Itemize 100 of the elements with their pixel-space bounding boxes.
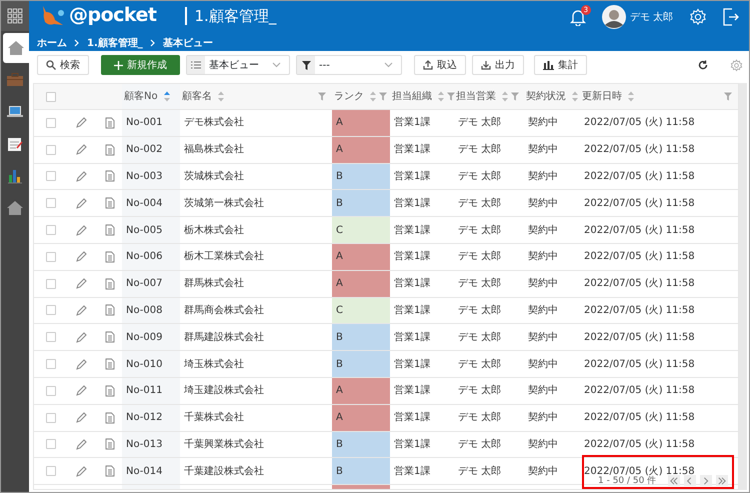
edit-button[interactable] xyxy=(76,198,86,209)
edit-button[interactable] xyxy=(76,332,86,343)
select-all-checkbox[interactable] xyxy=(46,92,56,102)
row-checkbox[interactable] xyxy=(46,252,56,262)
detail-button[interactable] xyxy=(105,278,115,290)
detail-button[interactable] xyxy=(105,384,115,397)
pencil-icon xyxy=(76,332,86,343)
document-icon xyxy=(105,465,115,478)
table-cell: No-011 xyxy=(126,385,162,396)
detail-button[interactable] xyxy=(105,170,115,182)
notification-button[interactable] xyxy=(570,8,586,26)
row-checkbox[interactable] xyxy=(46,278,56,289)
column-header[interactable]: ランク xyxy=(334,89,364,104)
edit-button[interactable] xyxy=(76,466,86,477)
scrollbar[interactable] xyxy=(739,83,747,490)
aggregate-button[interactable]: 集計 xyxy=(534,55,587,75)
table-cell: 営業1課 xyxy=(394,251,430,262)
edit-button[interactable] xyxy=(76,278,86,290)
filter-button[interactable] xyxy=(379,92,387,101)
edit-button[interactable] xyxy=(76,385,86,396)
filter-select[interactable]: --- xyxy=(296,55,402,75)
edit-button[interactable] xyxy=(76,438,86,450)
table-cell: デモ 太郎 xyxy=(458,278,502,290)
column-header[interactable]: 顧客名 xyxy=(182,89,212,104)
column-header[interactable]: 契約状況 xyxy=(526,89,566,104)
document-icon xyxy=(105,197,115,210)
edit-button[interactable] xyxy=(76,170,86,182)
detail-button[interactable] xyxy=(105,465,115,478)
datetime-text: 2022/07/05 (火) 11:58 xyxy=(584,278,695,290)
create-button[interactable]: 新規作成 xyxy=(101,55,180,75)
row-checkbox[interactable] xyxy=(46,171,56,182)
detail-button[interactable] xyxy=(105,250,115,263)
row-checkbox[interactable] xyxy=(46,332,56,342)
column-header[interactable]: 担当営業 xyxy=(456,89,496,104)
row-checkbox[interactable] xyxy=(46,225,56,236)
export-button[interactable]: 出力 xyxy=(472,55,524,75)
row-checkbox[interactable] xyxy=(46,359,56,370)
edit-button[interactable] xyxy=(76,251,86,262)
table-cell: 営業1課 xyxy=(394,278,430,290)
table-cell: 栃木工業株式会社 xyxy=(184,251,264,262)
detail-button[interactable] xyxy=(105,412,115,424)
detail-button[interactable] xyxy=(105,144,115,156)
edit-button[interactable] xyxy=(76,144,86,156)
row-checkbox[interactable] xyxy=(46,439,56,450)
table-cell: 契約中 xyxy=(528,117,558,128)
filter-button[interactable] xyxy=(724,92,732,101)
logout-button[interactable] xyxy=(723,8,739,26)
edit-button[interactable] xyxy=(76,117,86,128)
table-cell: 千葉興業株式会社 xyxy=(184,438,264,450)
detail-button[interactable] xyxy=(105,331,115,344)
rank-cell: A xyxy=(332,136,390,163)
row-checkbox[interactable] xyxy=(46,118,56,128)
last-page-button[interactable] xyxy=(716,475,728,486)
table-cell: 埼玉株式会社 xyxy=(184,358,244,370)
refresh-button[interactable] xyxy=(698,60,708,70)
detail-button[interactable] xyxy=(105,304,115,316)
detail-button[interactable] xyxy=(105,438,115,450)
filter-button[interactable] xyxy=(447,92,455,101)
detail-button[interactable] xyxy=(105,358,115,370)
prev-page-button[interactable] xyxy=(684,475,696,486)
home-icon[interactable] xyxy=(3,33,29,63)
edit-button[interactable] xyxy=(76,224,86,236)
column-header[interactable]: 顧客No xyxy=(124,89,158,104)
first-page-button[interactable] xyxy=(668,475,680,486)
row-checkbox[interactable] xyxy=(46,386,56,396)
apps-icon[interactable] xyxy=(1,1,29,31)
detail-button[interactable] xyxy=(105,116,115,129)
datetime-text: 2022/07/05 (火) 11:58 xyxy=(584,412,695,424)
detail-button[interactable] xyxy=(105,197,115,210)
edit-button[interactable] xyxy=(76,412,86,424)
table-cell: 契約中 xyxy=(528,304,558,316)
import-button[interactable]: 取込 xyxy=(414,55,466,75)
next-page-button[interactable] xyxy=(700,475,712,486)
page-summary: 1 - 50 / 50 件 xyxy=(598,476,656,486)
filter-button[interactable] xyxy=(511,92,519,101)
edit-button[interactable] xyxy=(76,304,86,316)
search-button[interactable]: 検索 xyxy=(37,55,89,75)
row-checkbox[interactable] xyxy=(46,305,56,316)
column-header[interactable]: 更新日時 xyxy=(582,89,622,104)
detail-button[interactable] xyxy=(105,224,115,236)
row-checkbox[interactable] xyxy=(46,466,56,476)
pencil-icon xyxy=(76,358,86,370)
table-cell: 営業1課 xyxy=(394,358,430,370)
breadcrumb-link[interactable]: ホーム xyxy=(37,36,67,50)
edit-button[interactable] xyxy=(76,358,86,370)
row-checkbox[interactable] xyxy=(46,412,56,423)
datetime-text: 2022/07/05 (火) 11:58 xyxy=(584,224,695,236)
pencil-icon xyxy=(76,251,86,262)
column-header[interactable]: 担当組織 xyxy=(392,89,432,104)
row-checkbox[interactable] xyxy=(46,144,56,155)
table-cell: デモ 太郎 xyxy=(458,170,502,182)
table-cell: 契約中 xyxy=(528,358,558,370)
settings-button[interactable] xyxy=(730,58,743,72)
double-chevron-icon xyxy=(670,476,678,484)
row-checkbox[interactable] xyxy=(46,198,56,208)
table-cell: デモ 太郎 xyxy=(458,224,502,236)
view-select[interactable]: 基本ビュー xyxy=(186,55,290,75)
breadcrumb-link[interactable]: 1.顧客管理_ xyxy=(87,36,143,50)
document-icon xyxy=(105,250,115,263)
filter-button[interactable] xyxy=(318,92,326,101)
